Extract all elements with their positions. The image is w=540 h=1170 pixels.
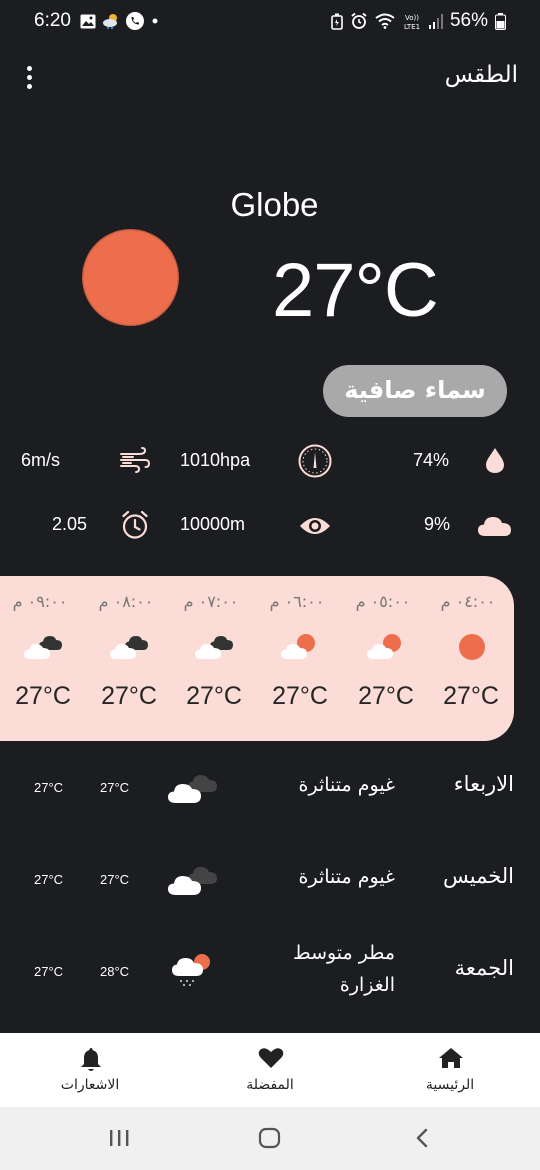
hourly-item: ٠٥:٠٠ م 27°C (343, 576, 423, 741)
dot-indicator-icon (152, 18, 158, 24)
more-vertical-icon[interactable] (22, 66, 36, 92)
hourly-item: ٠٦:٠٠ م 27°C (257, 576, 337, 741)
cell-signal-icon (428, 13, 443, 29)
hourly-item: ٠٩:٠٠ م 27°C (0, 576, 80, 741)
hour-temp: 27°C (358, 682, 414, 710)
battery-percent: 56% (449, 10, 488, 31)
day-condition: غيوم متناثرة (298, 866, 395, 888)
nav-notifications[interactable]: الاشعارات (10, 1033, 170, 1107)
humidity-drop-icon (486, 448, 504, 473)
nav-notifications-label: الاشعارات (60, 1077, 120, 1093)
day-condition: غيوم متناثرة (298, 774, 395, 796)
hourly-item: ٠٨:٠٠ م 27°C (86, 576, 166, 741)
hour-time: ٠٤:٠٠ م (440, 592, 496, 611)
home-button-icon[interactable] (258, 1127, 282, 1149)
phone-call-icon (126, 12, 144, 30)
current-temperature: 27°C (272, 248, 439, 333)
partly-cloudy-icon (281, 634, 315, 659)
hour-time: ٠٩:٠٠ م (12, 592, 68, 611)
uv-index-value: 2.05 (52, 514, 88, 534)
eye-icon (300, 518, 330, 534)
back-icon[interactable] (413, 1127, 431, 1149)
day-condition-line2: الغزارة (339, 974, 395, 996)
status-bar: 6:20 Vo)) LTE1 56% (0, 0, 540, 44)
hourly-item: ٠٤:٠٠ م 27°C (428, 576, 508, 741)
bottom-navigation: الرئيسية المفضلة الاشعارات (0, 1033, 540, 1107)
day-name: الاربعاء (453, 772, 514, 796)
day-low-temp: 27°C (34, 964, 64, 979)
condition-badge: سماء صافية (323, 365, 507, 417)
wind-value: 6m/s (21, 450, 61, 470)
cloud-icon (478, 517, 511, 536)
day-high-temp: 28°C (100, 964, 130, 979)
scattered-clouds-icon (24, 636, 62, 659)
scattered-clouds-icon (168, 775, 217, 803)
nav-favorites[interactable]: المفضلة (190, 1033, 350, 1107)
app-title: الطقس (444, 62, 518, 88)
status-right-group: Vo)) LTE1 56% (331, 10, 506, 32)
hour-time: ٠٨:٠٠ م (98, 592, 154, 611)
partly-cloudy-icon (367, 634, 401, 659)
daily-row[interactable]: الخميس غيوم متناثرة 27°C 27°C (0, 852, 540, 942)
lte-signal-label-icon: Vo))LTE1 (404, 14, 420, 30)
svg-text:LTE1: LTE1 (404, 23, 420, 30)
day-low-temp: 27°C (34, 780, 64, 795)
daily-row[interactable]: الاربعاء غيوم متناثرة 27°C 27°C (0, 760, 540, 850)
daily-row[interactable]: الجمعة مطر متوسط الغزارة 28°C 27°C (0, 932, 540, 1022)
day-high-temp: 27°C (100, 872, 130, 887)
city-name: Globe (230, 186, 319, 223)
day-low-temp: 27°C (34, 872, 64, 887)
wind-icon (120, 447, 151, 473)
battery-icon (495, 12, 506, 30)
hour-temp: 27°C (15, 682, 71, 710)
sun-icon (82, 229, 179, 326)
nav-favorites-label: المفضلة (246, 1077, 294, 1093)
nav-home-label: الرئيسية (425, 1077, 475, 1093)
hour-temp: 27°C (186, 682, 242, 710)
scattered-clouds-icon (168, 867, 217, 895)
home-icon (439, 1048, 463, 1068)
bell-icon (81, 1048, 101, 1071)
visibility-value: 10000m (180, 514, 246, 534)
pressure-gauge-icon (298, 444, 332, 478)
hour-temp: 27°C (443, 682, 499, 710)
day-high-temp: 27°C (100, 780, 130, 795)
sun-icon (459, 634, 485, 660)
hour-time: ٠٥:٠٠ م (355, 592, 411, 611)
day-condition-line1: مطر متوسط (293, 942, 395, 964)
battery-saver-icon (331, 13, 343, 30)
cloudiness-value: 9% (424, 514, 451, 534)
status-time: 6:20 (34, 10, 71, 31)
alarm-icon (351, 12, 367, 29)
recent-apps-icon[interactable] (108, 1128, 130, 1148)
hour-temp: 27°C (272, 682, 328, 710)
humidity-value: 74% (413, 450, 450, 470)
svg-text:Vo)): Vo)) (405, 14, 419, 22)
scattered-clouds-icon (195, 636, 233, 659)
hour-time: ٠٦:٠٠ م (269, 592, 325, 611)
pressure-value: 1010hpa (180, 450, 251, 470)
day-name: الجمعة (454, 956, 514, 980)
wifi-icon (375, 13, 395, 29)
hour-time: ٠٧:٠٠ م (183, 592, 239, 611)
scattered-clouds-icon (110, 636, 148, 659)
nav-home[interactable]: الرئيسية (370, 1033, 530, 1107)
heart-icon (258, 1048, 284, 1068)
hourly-item: ٠٧:٠٠ م 27°C (171, 576, 251, 741)
gallery-icon (80, 14, 96, 28)
status-notification-icons (80, 12, 160, 30)
system-navigation-bar (0, 1107, 540, 1170)
day-name: الخميس (442, 864, 514, 888)
hour-temp: 27°C (101, 682, 157, 710)
rain-icon (172, 954, 210, 987)
weather-notification-icon (103, 14, 117, 29)
alarm-clock-icon (122, 510, 148, 539)
hourly-forecast-card[interactable]: ٠٤:٠٠ م 27°C ٠٥:٠٠ م 27°C ٠٦:٠٠ م 27°C ٠… (0, 576, 514, 741)
